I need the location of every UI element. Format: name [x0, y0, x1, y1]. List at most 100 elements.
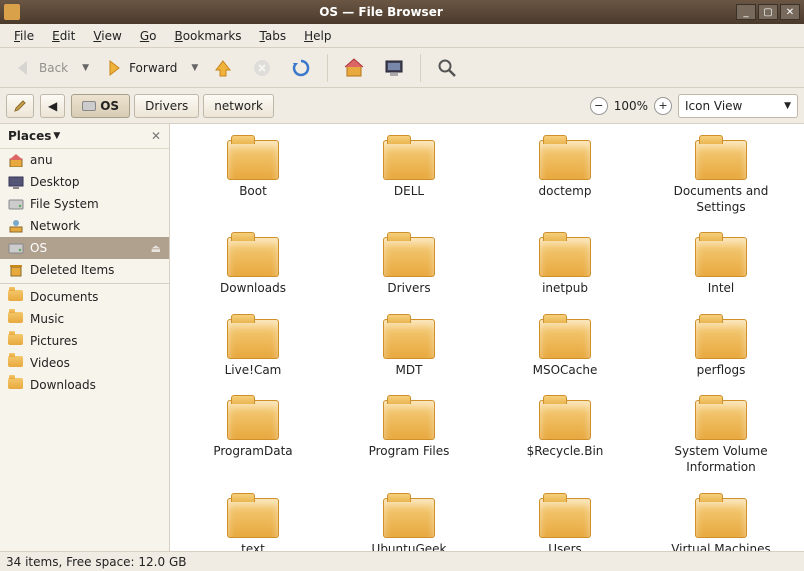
reload-button[interactable]: [283, 52, 319, 84]
folder-item[interactable]: DELL: [334, 136, 484, 219]
folder-item[interactable]: Virtual Machines: [646, 494, 796, 551]
forward-history-dropdown[interactable]: ▼: [188, 63, 201, 73]
menu-edit[interactable]: Edit: [44, 26, 83, 46]
back-history-dropdown[interactable]: ▼: [79, 63, 92, 73]
folder-item[interactable]: UbuntuGeek: [334, 494, 484, 551]
menu-help[interactable]: Help: [296, 26, 339, 46]
folder-icon: [8, 334, 24, 348]
folder-icon: [539, 400, 591, 440]
folder-icon: [695, 237, 747, 277]
sidebar-bookmark-videos[interactable]: Videos: [0, 352, 169, 374]
sidebar-bookmark-music[interactable]: Music: [0, 308, 169, 330]
search-button[interactable]: [429, 52, 465, 84]
status-bar: 34 items, Free space: 12.0 GB: [0, 551, 804, 571]
status-text: 34 items, Free space: 12.0 GB: [6, 555, 186, 569]
folder-label: Boot: [239, 184, 267, 200]
close-sidebar-button[interactable]: ✕: [151, 129, 161, 143]
sidebar-item-desktop[interactable]: Desktop: [0, 171, 169, 193]
folder-icon: [383, 319, 435, 359]
breadcrumb-label: network: [214, 99, 263, 113]
maximize-button[interactable]: ▢: [758, 4, 778, 20]
folder-item[interactable]: MSOCache: [490, 315, 640, 383]
search-icon: [436, 57, 458, 79]
folder-label: ProgramData: [213, 444, 292, 460]
folder-icon: [539, 237, 591, 277]
folder-item[interactable]: perflogs: [646, 315, 796, 383]
folder-label: perflogs: [697, 363, 746, 379]
folder-item[interactable]: System Volume Information: [646, 396, 796, 479]
forward-button[interactable]: Forward: [96, 52, 184, 84]
sidebar-item-file-system[interactable]: File System: [0, 193, 169, 215]
home-icon: [343, 57, 365, 79]
menu-bookmarks[interactable]: Bookmarks: [166, 26, 249, 46]
sidebar-item-network[interactable]: Network: [0, 215, 169, 237]
stop-button[interactable]: [245, 53, 279, 83]
places-header[interactable]: Places ▼ ✕: [0, 124, 169, 149]
sidebar-bookmark-downloads[interactable]: Downloads: [0, 374, 169, 396]
sidebar-item-deleted-items[interactable]: Deleted Items: [0, 259, 169, 281]
folder-item[interactable]: inetpub: [490, 233, 640, 301]
view-mode-select[interactable]: Icon View ▼: [678, 94, 798, 118]
folder-item[interactable]: Program Files: [334, 396, 484, 479]
folder-item[interactable]: Intel: [646, 233, 796, 301]
folder-label: inetpub: [542, 281, 588, 297]
computer-button[interactable]: [376, 52, 412, 84]
app-icon: [4, 4, 20, 20]
trash-icon: [8, 263, 24, 277]
folder-item[interactable]: doctemp: [490, 136, 640, 219]
menu-bar: File Edit View Go Bookmarks Tabs Help: [0, 24, 804, 48]
menu-view[interactable]: View: [85, 26, 129, 46]
folder-item[interactable]: MDT: [334, 315, 484, 383]
forward-label: Forward: [129, 61, 177, 75]
folder-item[interactable]: $Recycle.Bin: [490, 396, 640, 479]
location-bar: ◀ OSDriversnetwork − 100% + Icon View ▼: [0, 88, 804, 124]
back-label: Back: [39, 61, 68, 75]
close-button[interactable]: ✕: [780, 4, 800, 20]
folder-label: Drivers: [387, 281, 430, 297]
sidebar-bookmark-pictures[interactable]: Pictures: [0, 330, 169, 352]
folder-label: doctemp: [539, 184, 592, 200]
folder-icon: [695, 498, 747, 538]
folder-label: Downloads: [220, 281, 286, 297]
places-header-label: Places: [8, 129, 51, 143]
zoom-in-button[interactable]: +: [654, 97, 672, 115]
folder-item[interactable]: Downloads: [178, 233, 328, 301]
home-button[interactable]: [336, 52, 372, 84]
network-icon: [8, 219, 24, 233]
breadcrumb-network[interactable]: network: [203, 94, 274, 118]
folder-icon: [539, 319, 591, 359]
sidebar-item-label: Downloads: [30, 378, 96, 392]
menu-go[interactable]: Go: [132, 26, 165, 46]
path-back-button[interactable]: ◀: [40, 94, 65, 118]
folder-label: Users: [548, 542, 582, 551]
zoom-out-button[interactable]: −: [590, 97, 608, 115]
folder-label: text: [241, 542, 265, 551]
folder-item[interactable]: Boot: [178, 136, 328, 219]
folder-item[interactable]: Users: [490, 494, 640, 551]
reload-icon: [290, 57, 312, 79]
minimize-button[interactable]: _: [736, 4, 756, 20]
eject-icon[interactable]: ⏏: [151, 242, 161, 255]
folder-item[interactable]: Live!Cam: [178, 315, 328, 383]
folder-item[interactable]: text: [178, 494, 328, 551]
folder-item[interactable]: Documents and Settings: [646, 136, 796, 219]
breadcrumb-os[interactable]: OS: [71, 94, 130, 118]
folder-label: Intel: [708, 281, 735, 297]
menu-file[interactable]: File: [6, 26, 42, 46]
folder-icon: [383, 140, 435, 180]
sidebar-item-anu[interactable]: anu: [0, 149, 169, 171]
file-icon-view[interactable]: Boot DELL doctemp Documents and Settings Dow…: [170, 124, 804, 551]
up-button[interactable]: [205, 52, 241, 84]
sidebar-bookmark-documents[interactable]: Documents: [0, 286, 169, 308]
view-mode-label: Icon View: [685, 99, 742, 113]
breadcrumb-drivers[interactable]: Drivers: [134, 94, 199, 118]
folder-item[interactable]: Drivers: [334, 233, 484, 301]
folder-icon: [8, 378, 24, 392]
folder-label: Documents and Settings: [656, 184, 786, 215]
menu-tabs[interactable]: Tabs: [252, 26, 295, 46]
folder-item[interactable]: ProgramData: [178, 396, 328, 479]
sidebar-item-os[interactable]: OS⏏: [0, 237, 169, 259]
back-button[interactable]: Back: [6, 52, 75, 84]
title-bar: OS — File Browser _ ▢ ✕: [0, 0, 804, 24]
edit-location-button[interactable]: [6, 94, 34, 118]
